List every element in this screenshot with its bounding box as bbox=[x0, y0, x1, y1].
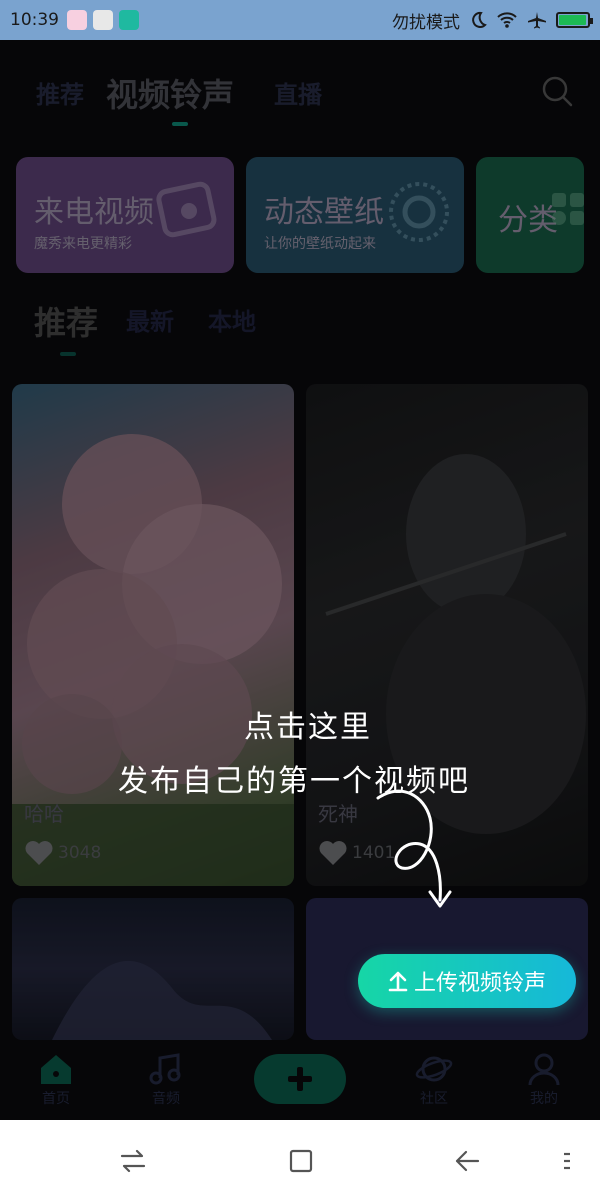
moon-icon bbox=[472, 11, 487, 28]
top-tab-bar: 推荐 视频铃声 直播 bbox=[0, 60, 600, 130]
battery-icon bbox=[556, 12, 593, 28]
top-tab-indicator bbox=[172, 122, 188, 126]
music-icon bbox=[149, 1053, 181, 1085]
top-tab-video-ringtone[interactable]: 视频铃声 bbox=[106, 70, 234, 116]
nav-label: 社区 bbox=[420, 1091, 448, 1107]
nav-home[interactable]: 首页 bbox=[26, 1052, 86, 1108]
planet-icon bbox=[415, 1056, 453, 1082]
nav-label: 我的 bbox=[530, 1091, 558, 1107]
nav-community[interactable]: 社区 bbox=[404, 1052, 464, 1108]
phone-video-icon bbox=[156, 181, 217, 238]
sub-tab-latest[interactable]: 最新 bbox=[126, 302, 174, 337]
sub-tab-recommend[interactable]: 推荐 bbox=[34, 298, 98, 344]
dnd-label: 勿扰模式 bbox=[392, 12, 460, 33]
nav-publish-button[interactable] bbox=[254, 1054, 346, 1104]
video-likes: 3048 bbox=[24, 840, 101, 866]
like-count: 3048 bbox=[58, 843, 102, 863]
back-icon[interactable] bbox=[452, 1146, 482, 1176]
nav-label: 音频 bbox=[152, 1091, 180, 1107]
category-card-categories[interactable]: 分类 bbox=[476, 157, 584, 273]
guide-line-1: 点击这里 bbox=[244, 710, 372, 745]
bottom-nav: 首页 音频 社区 我的 bbox=[0, 1040, 600, 1120]
nav-label: 首页 bbox=[42, 1091, 70, 1107]
video-card[interactable]: 哈哈 3048 bbox=[12, 384, 294, 886]
home-icon bbox=[41, 1055, 71, 1084]
video-title: 哈哈 bbox=[24, 802, 64, 826]
cleaner-icon bbox=[93, 10, 113, 30]
nav-audio[interactable]: 音频 bbox=[136, 1052, 196, 1108]
top-tab-recommend[interactable]: 推荐 bbox=[36, 75, 84, 110]
grid-icon bbox=[552, 193, 584, 225]
wallpaper-icon bbox=[389, 182, 449, 242]
usb-icon bbox=[119, 10, 139, 30]
nav-profile[interactable]: 我的 bbox=[514, 1052, 574, 1108]
video-title: 死神 bbox=[318, 802, 358, 826]
upload-video-ringtone-button[interactable]: 上传视频铃声 bbox=[358, 954, 576, 1008]
wifi-icon bbox=[497, 12, 517, 28]
upload-icon bbox=[388, 971, 408, 992]
profile-icon bbox=[528, 1053, 560, 1086]
space-thumbnail bbox=[52, 960, 272, 1040]
search-icon[interactable] bbox=[540, 74, 574, 108]
system-nav-bar bbox=[0, 1120, 600, 1200]
airplane-icon bbox=[528, 12, 546, 29]
category-card-live-wallpaper[interactable]: 动态壁纸 让你的壁纸动起来 bbox=[246, 157, 464, 273]
plus-icon bbox=[288, 1067, 312, 1091]
switch-icon[interactable] bbox=[118, 1146, 148, 1176]
heart-icon bbox=[319, 841, 347, 865]
status-time: 10:39 bbox=[10, 10, 59, 30]
sub-tab-local[interactable]: 本地 bbox=[208, 302, 256, 337]
category-card-caller-video[interactable]: 来电视频 魔秀来电更精彩 bbox=[16, 157, 234, 273]
upload-label: 上传视频铃声 bbox=[413, 971, 546, 996]
app-notification-icon bbox=[67, 10, 87, 30]
heart-icon bbox=[25, 841, 53, 865]
status-bar: 10:39 勿扰模式 bbox=[0, 0, 600, 40]
menu-icon[interactable] bbox=[554, 1146, 584, 1176]
home-square-icon[interactable] bbox=[286, 1146, 316, 1176]
video-card[interactable] bbox=[12, 898, 294, 1040]
guide-arrow-icon bbox=[376, 789, 452, 908]
sub-tab-indicator bbox=[60, 352, 76, 356]
top-tab-live[interactable]: 直播 bbox=[274, 75, 322, 110]
